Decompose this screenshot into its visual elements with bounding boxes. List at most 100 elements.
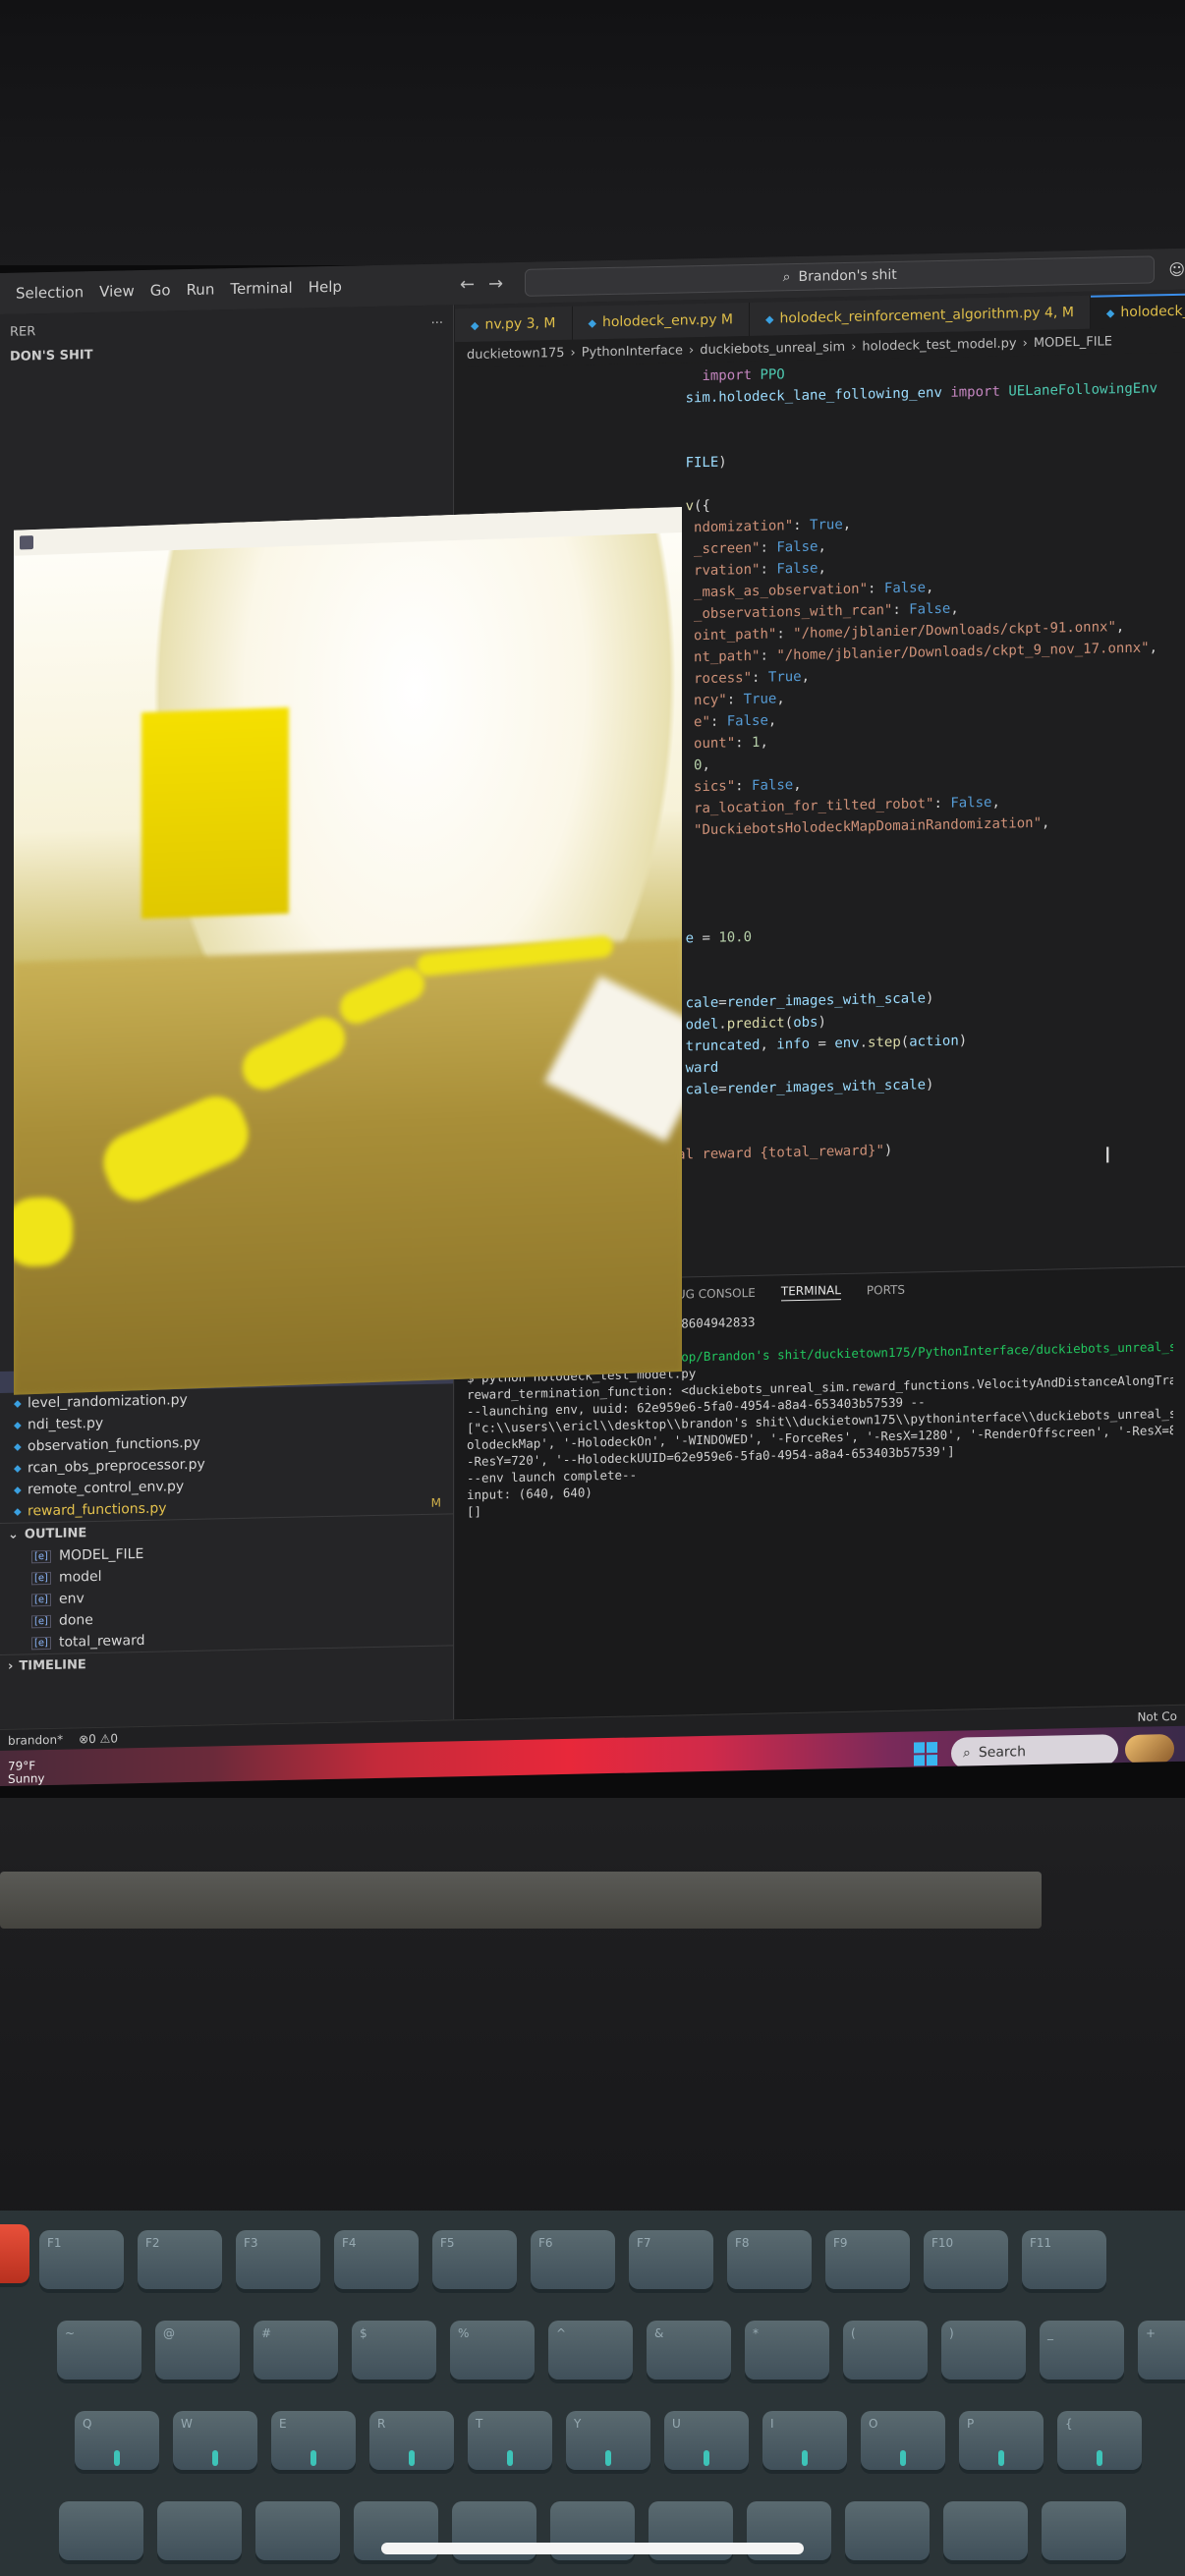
- outline-item-label: done: [58, 1612, 93, 1629]
- forward-arrow-icon[interactable]: →: [488, 273, 503, 294]
- command-center-label: Brandon's shit: [798, 266, 897, 285]
- keyboard-key: $: [352, 2321, 436, 2380]
- chevron-right-icon: ›: [8, 1658, 14, 1674]
- line-number: [455, 402, 498, 403]
- editor-tab[interactable]: ◆ holodeck_test_model.: [1090, 291, 1185, 329]
- copilot-icon[interactable]: [1125, 1733, 1174, 1765]
- key-backlight: [704, 2450, 709, 2466]
- copilot-icon[interactable]: ☺: [1168, 259, 1185, 278]
- key-backlight: [507, 2450, 513, 2466]
- breadcrumb-item[interactable]: duckietown175: [467, 345, 565, 362]
- menu-selection[interactable]: Selection: [16, 283, 84, 302]
- keyboard-key: F6: [531, 2230, 615, 2289]
- sim-lane-dash: [14, 1196, 73, 1268]
- outline-label: OUTLINE: [24, 1526, 87, 1542]
- menu-help[interactable]: Help: [309, 278, 342, 297]
- line-number: [455, 423, 498, 424]
- breadcrumb-item[interactable]: MODEL_FILE: [1034, 334, 1112, 351]
- tab-label: holodeck_reinforcement_algorithm.py 4, M: [779, 305, 1074, 327]
- menu-run[interactable]: Run: [187, 280, 215, 299]
- branch-indicator[interactable]: brandon*: [8, 1732, 63, 1747]
- menu-view[interactable]: View: [99, 282, 135, 301]
- variable-icon: [e]: [31, 1636, 51, 1650]
- code-line: [455, 478, 528, 500]
- outline-item-label: MODEL_FILE: [58, 1545, 144, 1564]
- key-backlight: [212, 2450, 218, 2466]
- problems-indicator[interactable]: ⊗0 ⚠0: [79, 1731, 118, 1746]
- breadcrumb-item[interactable]: duckiebots_unreal_sim: [700, 339, 845, 357]
- line-number: [455, 445, 498, 446]
- keyboard-key: _: [1040, 2321, 1124, 2380]
- editor-tab[interactable]: ◆ holodeck_env.py M: [572, 303, 751, 340]
- variable-icon: [e]: [31, 1549, 51, 1563]
- keyboard-key: F2: [138, 2230, 222, 2289]
- code-line: [455, 435, 528, 457]
- keyboard-key: F10: [924, 2230, 1008, 2289]
- taskbar-search[interactable]: ⌕ Search: [951, 1734, 1118, 1769]
- git-status-badge: M: [430, 1495, 441, 1510]
- line-number: [455, 510, 498, 511]
- escape-key: [0, 2224, 29, 2283]
- connection-status[interactable]: Not Co: [1137, 1708, 1177, 1723]
- panel-tab-label: TERMINAL: [780, 1282, 841, 1298]
- keyboard-key: F5: [432, 2230, 517, 2289]
- keyboard-key: F8: [727, 2230, 812, 2289]
- file-item-label: remote_control_env.py: [28, 1479, 185, 1498]
- python-file-icon: ◆: [14, 1420, 22, 1431]
- python-file-icon: ◆: [14, 1441, 22, 1453]
- photo: Selection View Go Run Terminal Help ← → …: [0, 0, 1185, 2576]
- taskbar-search-label: Search: [978, 1744, 1026, 1762]
- menu-terminal[interactable]: Terminal: [230, 279, 292, 298]
- menu-go[interactable]: Go: [150, 281, 171, 299]
- search-icon: ⌕: [782, 269, 791, 286]
- tab-label: holodeck_env.py M: [601, 311, 734, 331]
- panel-tab-ports[interactable]: PORTS: [867, 1283, 905, 1298]
- keyboard-key: [1042, 2501, 1126, 2560]
- editor-tab[interactable]: ◆ nv.py 3, M: [455, 306, 573, 343]
- command-center-search[interactable]: ⌕ Brandon's shit: [525, 255, 1156, 297]
- key-backlight: [1097, 2450, 1102, 2466]
- keyboard-key: (: [843, 2321, 928, 2380]
- keyboard-key: [845, 2501, 930, 2560]
- keyboard-key: F9: [825, 2230, 910, 2289]
- python-file-icon: ◆: [14, 1484, 22, 1496]
- file-item-label: reward_functions.py: [28, 1500, 167, 1520]
- key-backlight: [114, 2450, 120, 2466]
- windows-start-icon[interactable]: [914, 1742, 937, 1766]
- code-text: import PPO: [702, 366, 785, 385]
- back-arrow-icon[interactable]: ←: [460, 273, 475, 294]
- nav-arrows: ← →: [460, 273, 503, 295]
- home-indicator[interactable]: [381, 2543, 804, 2554]
- key-backlight: [409, 2450, 415, 2466]
- chevron-down-icon: ⌄: [8, 1527, 19, 1542]
- python-file-icon: ◆: [588, 315, 596, 329]
- key-backlight: [310, 2450, 316, 2466]
- python-file-icon: ◆: [1105, 306, 1115, 319]
- keyboard-key: ): [941, 2321, 1026, 2380]
- breadcrumb-item[interactable]: holodeck_test_model.py: [862, 336, 1016, 354]
- more-actions-icon[interactable]: ···: [431, 315, 443, 330]
- simulation-render-window[interactable]: [14, 506, 682, 1395]
- code-line: FILE): [455, 453, 727, 478]
- search-icon: ⌕: [963, 1745, 971, 1762]
- monitor-stand: [0, 1872, 1042, 1929]
- keyboard-key: ~: [57, 2321, 141, 2380]
- code-line: [455, 414, 528, 435]
- breadcrumb-item[interactable]: PythonInterface: [582, 343, 683, 360]
- key-backlight: [998, 2450, 1004, 2466]
- keyboard-key: F1: [39, 2230, 124, 2289]
- python-file-icon: ◆: [471, 318, 480, 332]
- sim-window-icon: [20, 535, 33, 550]
- line-number: [455, 488, 498, 489]
- keyboard-key: F7: [629, 2230, 713, 2289]
- outline-list: [e] MODEL_FILE [e] model [e] env [e] done [e] tot…: [0, 1537, 453, 1654]
- weather-widget[interactable]: 79°F Sunny: [8, 1759, 45, 1786]
- explorer-title: RER: [10, 323, 36, 340]
- python-file-icon: ◆: [14, 1463, 22, 1475]
- file-item-label: ndi_test.py: [28, 1415, 104, 1433]
- timeline-label: TIMELINE: [19, 1657, 86, 1674]
- monitor: Selection View Go Run Terminal Help ← → …: [0, 248, 1185, 1798]
- panel-tab-terminal[interactable]: TERMINAL: [780, 1282, 841, 1301]
